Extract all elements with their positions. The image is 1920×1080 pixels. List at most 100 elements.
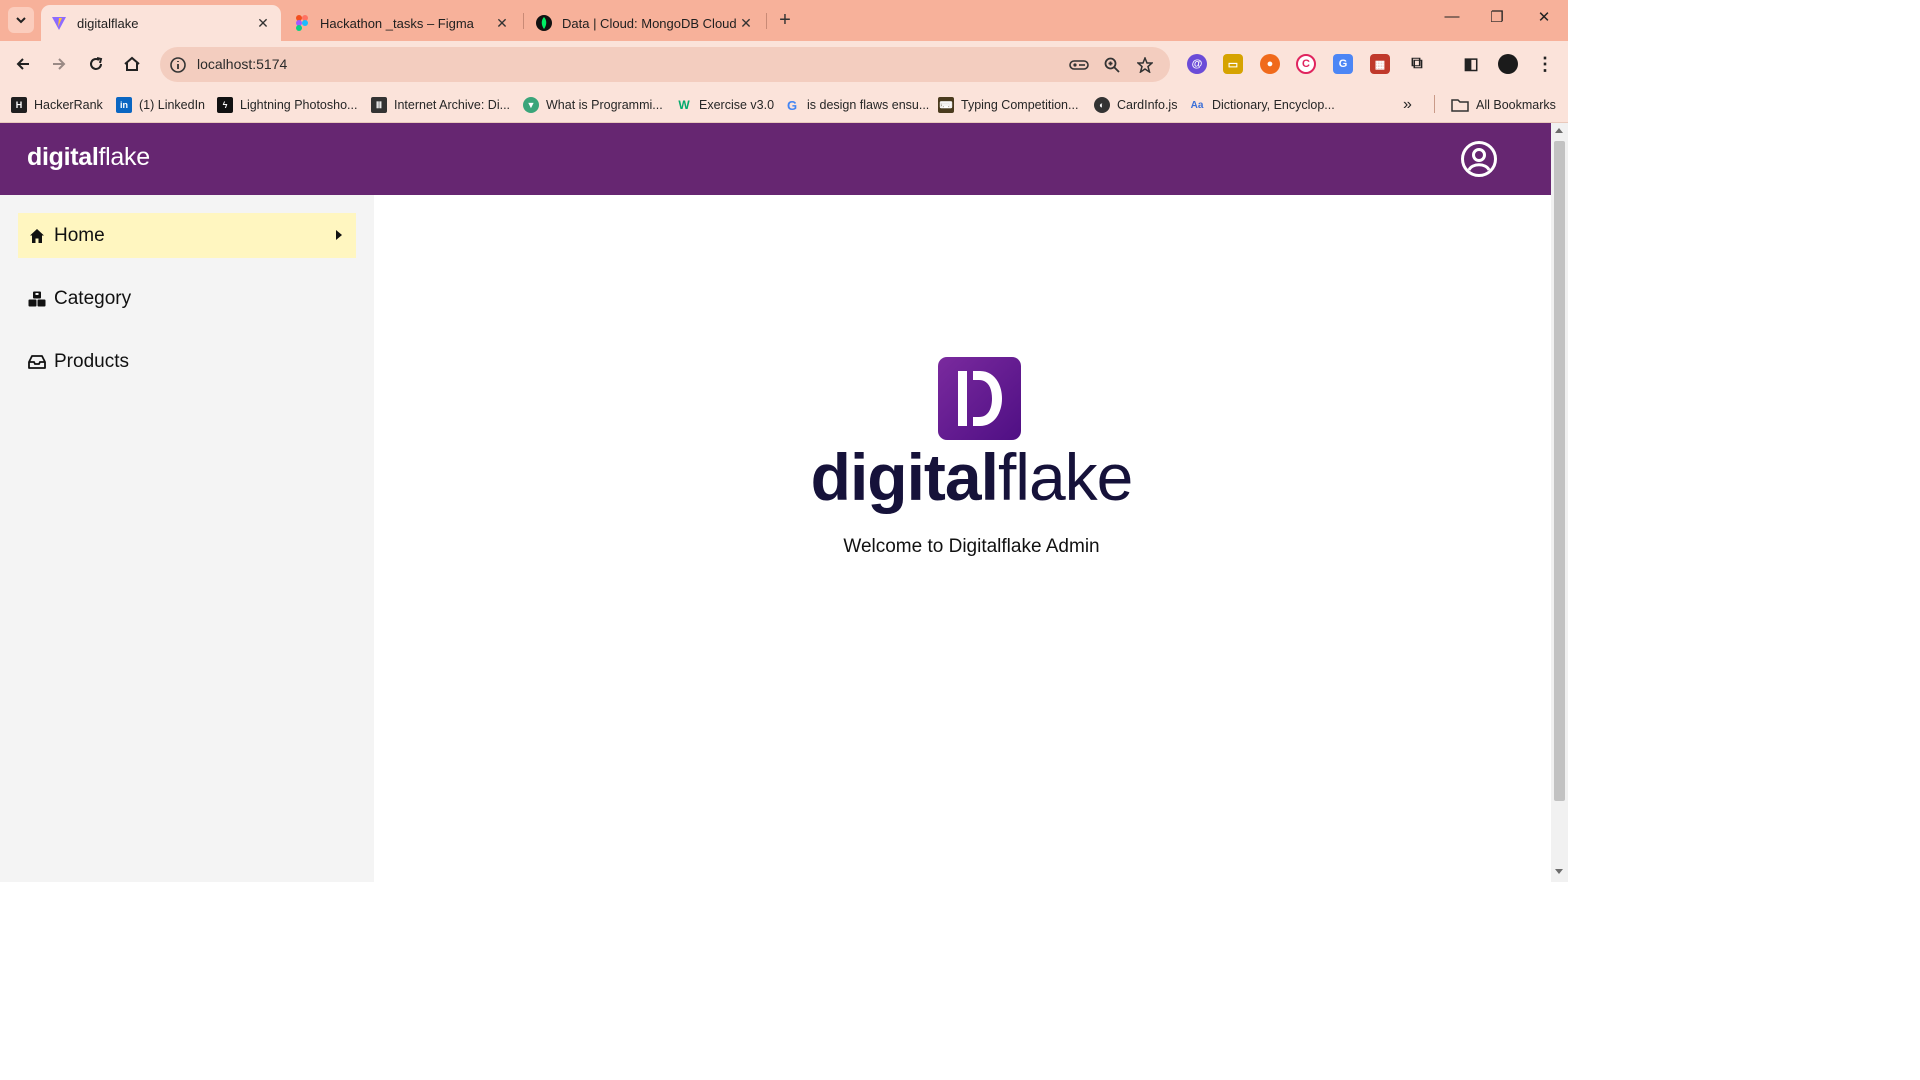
w3schools-icon: W <box>678 98 690 112</box>
home-icon <box>28 227 46 245</box>
sidebar-item-products[interactable]: Products <box>18 339 356 384</box>
extensions-puzzle-icon[interactable]: ⧉ <box>1407 54 1427 74</box>
restore-button[interactable]: ❐ <box>1486 8 1508 32</box>
reload-button[interactable] <box>83 51 109 77</box>
forward-button[interactable] <box>46 51 72 77</box>
bookmark-item[interactable]: ◐ CardInfo.js <box>1094 95 1177 115</box>
close-icon[interactable]: ✕ <box>255 15 271 31</box>
hackerrank-icon: H <box>11 97 27 113</box>
figma-icon <box>294 15 310 31</box>
sidebar-item-home[interactable]: Home <box>18 213 356 258</box>
sidebar-item-label: Category <box>54 287 132 309</box>
archive-icon: Ⅲ <box>371 97 387 113</box>
welcome-message: Welcome to Digitalflake Admin <box>843 536 1100 557</box>
tab-separator <box>766 13 767 29</box>
extension-icon[interactable]: C <box>1296 54 1316 74</box>
bookmark-item[interactable]: Ⅲ Internet Archive: Di... <box>371 95 510 115</box>
bookmark-item[interactable]: G is design flaws ensu... <box>784 95 929 115</box>
bookmark-divider <box>1434 95 1435 113</box>
scrollbar-thumb[interactable] <box>1554 141 1565 801</box>
brand-bold: digital <box>27 143 99 171</box>
arrow-right-icon <box>53 58 66 70</box>
back-button[interactable] <box>10 51 36 77</box>
extension-icon[interactable]: ▭ <box>1223 54 1243 74</box>
all-bookmarks-button[interactable]: All Bookmarks <box>1451 95 1556 115</box>
sidebar: Home Category Products <box>0 195 374 882</box>
app-header: digitalflake <box>0 123 1551 195</box>
digitalflake-wordmark: digitalflake <box>374 439 1569 515</box>
translate-icon[interactable]: G <box>1333 54 1353 74</box>
logo-bold: digital <box>810 440 999 514</box>
caret-right-icon <box>336 230 342 240</box>
new-tab-button[interactable]: + <box>773 9 797 33</box>
bookmark-item[interactable]: W Exercise v3.0 <box>676 95 774 115</box>
extension-icon[interactable]: ● <box>1260 54 1280 74</box>
reload-icon <box>90 57 103 70</box>
browser-tab-digitalflake[interactable]: digitalflake ✕ <box>41 5 281 41</box>
vue-shield-icon: ▼ <box>523 97 539 113</box>
bookmark-label: What is Programmi... <box>546 98 663 112</box>
bookmark-item[interactable]: ϟ Lightning Photosho... <box>217 95 357 115</box>
bookmark-item[interactable]: in (1) LinkedIn <box>116 95 205 115</box>
bookmarks-bar: H HackerRank in (1) LinkedIn ϟ Lightning… <box>0 88 1568 123</box>
folder-icon <box>1451 99 1469 112</box>
minimize-button[interactable]: — <box>1441 8 1463 32</box>
sidebar-item-category[interactable]: Category <box>18 276 356 321</box>
bookmark-item[interactable]: H HackerRank <box>11 95 103 115</box>
bookmark-label: HackerRank <box>34 98 103 112</box>
globe-icon: ◐ <box>1094 97 1110 113</box>
side-panel-icon[interactable]: ◧ <box>1461 54 1481 74</box>
page-scrollbar[interactable] <box>1551 123 1568 882</box>
digitalflake-logo-mark <box>938 357 1021 440</box>
bookmark-item[interactable]: ⌨ Typing Competition... <box>938 95 1078 115</box>
tab-title: Hackathon _tasks – Figma <box>320 15 474 31</box>
password-key-icon[interactable] <box>1068 54 1090 76</box>
address-bar[interactable]: localhost:5174 <box>160 47 1170 82</box>
close-icon[interactable]: ✕ <box>494 15 510 31</box>
window-close-button[interactable]: ✕ <box>1533 8 1555 32</box>
brand-light: flake <box>98 143 151 171</box>
browser-toolbar: localhost:5174 @ ▭ ● C G ▦ ⧉ ◧ ⋮ <box>0 41 1568 88</box>
profile-avatar[interactable] <box>1498 54 1518 74</box>
typing-icon: ⌨ <box>938 97 954 113</box>
logo-light: flake <box>997 440 1133 514</box>
brand-logo[interactable]: digitalflake <box>27 143 150 172</box>
chevron-down-icon <box>16 17 26 24</box>
category-icon <box>28 290 46 308</box>
url-text[interactable]: localhost:5174 <box>197 56 287 72</box>
site-info-icon[interactable] <box>168 55 188 75</box>
close-icon[interactable]: ✕ <box>738 15 754 31</box>
home-button[interactable] <box>119 51 145 77</box>
products-icon <box>28 353 46 371</box>
bookmark-label: Dictionary, Encyclop... <box>1212 98 1335 112</box>
extension-icon[interactable]: ▦ <box>1370 54 1390 74</box>
extension-icon[interactable]: @ <box>1187 54 1207 74</box>
browser-tab-figma[interactable]: Hackathon _tasks – Figma ✕ <box>284 5 520 41</box>
kebab-menu-icon[interactable]: ⋮ <box>1535 54 1555 74</box>
bookmark-label: is design flaws ensu... <box>807 98 930 112</box>
all-bookmarks-label: All Bookmarks <box>1476 98 1556 112</box>
bookmark-label: Lightning Photosho... <box>240 98 358 112</box>
tab-title: Data | Cloud: MongoDB Cloud <box>562 15 737 31</box>
zoom-icon[interactable] <box>1101 54 1123 76</box>
scroll-down-icon[interactable] <box>1555 869 1563 874</box>
vite-icon <box>51 15 67 31</box>
bookmark-label: Exercise v3.0 <box>699 98 775 112</box>
bookmark-star-icon[interactable] <box>1134 54 1156 76</box>
sidebar-item-label: Home <box>54 224 105 246</box>
tab-separator <box>523 13 524 29</box>
bookmark-label: Internet Archive: Di... <box>394 98 511 112</box>
lightning-icon: ϟ <box>217 97 233 113</box>
more-bookmarks-icon[interactable]: » <box>1403 95 1412 115</box>
main-content: digitalflake Welcome to Digitalflake Adm… <box>374 195 1551 882</box>
tab-search-button[interactable] <box>8 7 34 33</box>
bookmark-item[interactable]: Aa Dictionary, Encyclop... <box>1189 95 1335 115</box>
scroll-up-icon[interactable] <box>1555 128 1563 133</box>
browser-tab-mongodb[interactable]: Data | Cloud: MongoDB Cloud ✕ <box>526 5 764 41</box>
linkedin-icon: in <box>116 97 132 113</box>
browser-tabstrip: digitalflake ✕ Hackathon _tasks – Figma … <box>0 0 1568 41</box>
arrow-left-icon <box>16 58 29 70</box>
bookmark-item[interactable]: ▼ What is Programmi... <box>523 95 663 115</box>
user-profile-icon[interactable] <box>1460 140 1498 178</box>
bookmark-label: (1) LinkedIn <box>139 98 206 112</box>
